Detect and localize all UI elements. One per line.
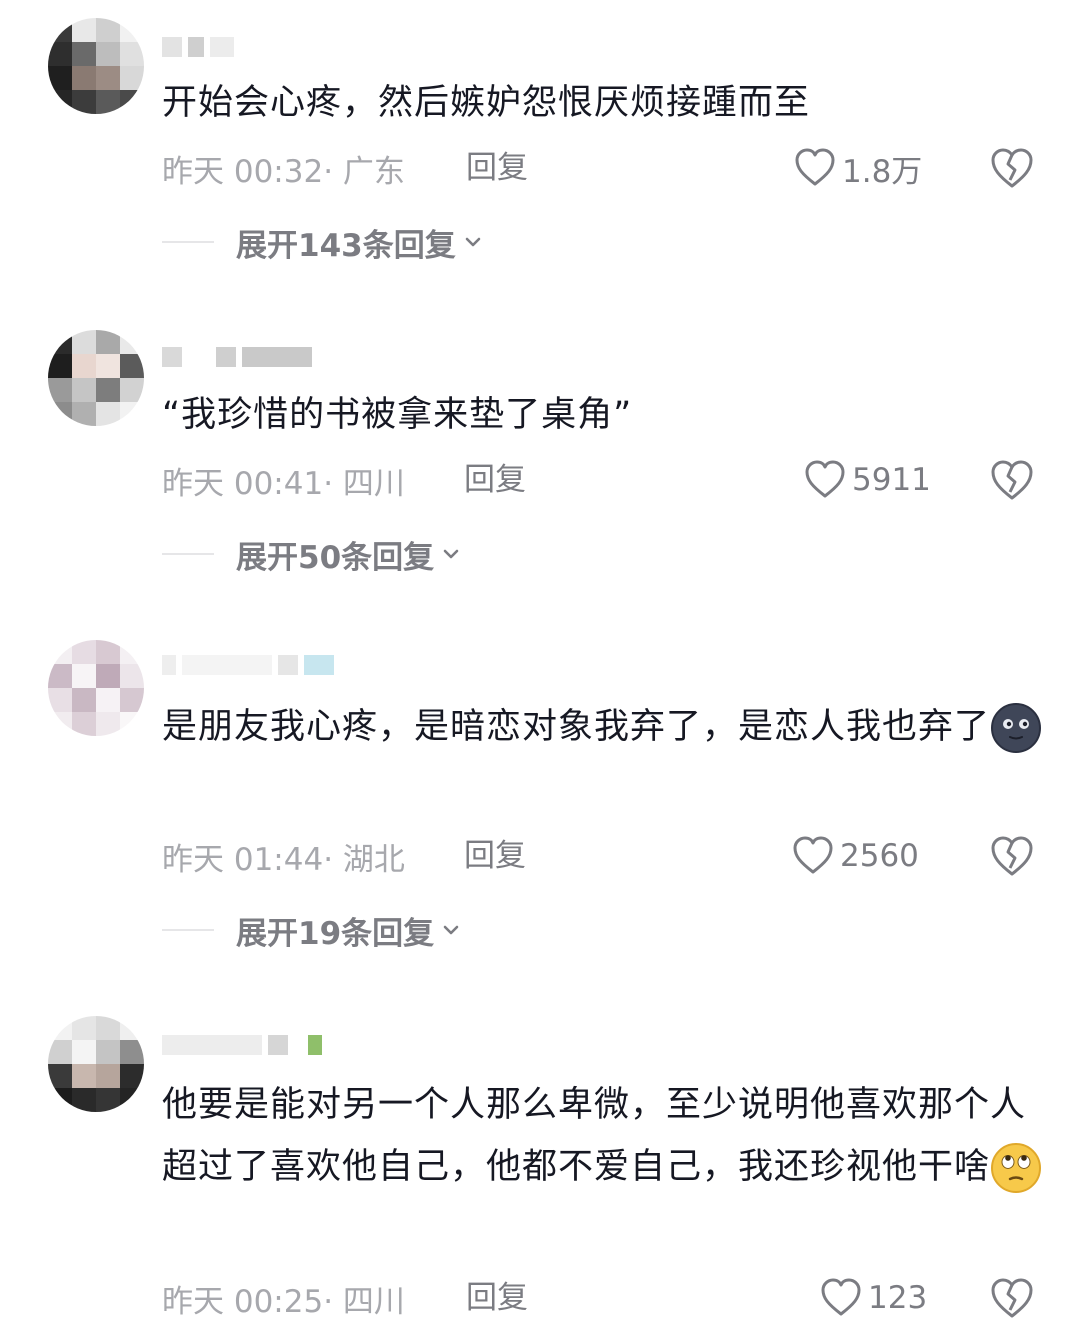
broken-heart-icon[interactable]: [990, 1276, 1034, 1320]
expand-replies-button[interactable]: 展开143条回复: [162, 222, 482, 264]
comment-meta: 昨天 01:44 · 湖北: [162, 836, 405, 878]
comment-location: · 湖北: [323, 841, 405, 878]
chevron-down-icon: [465, 237, 481, 247]
broken-heart-icon[interactable]: [990, 834, 1034, 878]
reply-button[interactable]: 回复: [464, 460, 526, 500]
heart-outline-icon: [821, 1278, 861, 1316]
like-count: 2560: [840, 838, 919, 874]
comment-text-content: 他要是能对另一个人那么卑微，至少说明他喜欢那个人超过了喜欢他自己，他都不爱自己，…: [162, 1085, 1027, 1187]
like-count: 1.8万: [842, 153, 923, 190]
reply-button[interactable]: 回复: [464, 836, 526, 876]
broken-heart-icon[interactable]: [990, 146, 1034, 190]
chevron-down-icon: [443, 549, 459, 559]
username-blurred[interactable]: [162, 650, 334, 680]
comment-location: · 四川: [323, 465, 405, 502]
comment-location: · 广东: [323, 153, 405, 190]
comment-location: · 四川: [323, 1283, 405, 1320]
heart-outline-icon: [805, 460, 845, 498]
like-button[interactable]: 123: [820, 1278, 927, 1318]
chevron-down-icon: [443, 925, 459, 935]
moon-face-emoji: [991, 703, 1042, 753]
comment-text: 他要是能对另一个人那么卑微，至少说明他喜欢那个人超过了喜欢他自己，他都不爱自己，…: [162, 1074, 1042, 1198]
comment-text: 开始会心疼，然后嫉妒怨恨厌烦接踵而至: [162, 83, 811, 123]
username-blurred[interactable]: [162, 32, 234, 62]
comment-text: 是朋友我心疼，是暗恋对象我弃了，是恋人我也弃了: [162, 696, 1042, 758]
avatar[interactable]: [48, 1016, 144, 1112]
reply-button[interactable]: 回复: [466, 148, 528, 188]
comment-text: “我珍惜的书被拿来垫了桌角”: [162, 395, 633, 435]
expand-replies-label: 展开50条回复: [236, 539, 435, 576]
divider-line: [162, 241, 214, 243]
username-blurred[interactable]: [162, 342, 312, 372]
comment-meta: 昨天 00:25 · 四川: [162, 1278, 405, 1320]
eye-roll-emoji: [991, 1143, 1042, 1193]
divider-line: [162, 553, 214, 555]
avatar[interactable]: [48, 330, 144, 426]
avatar[interactable]: [48, 640, 144, 736]
avatar[interactable]: [48, 18, 144, 114]
broken-heart-icon[interactable]: [990, 458, 1034, 502]
like-count: 123: [868, 1280, 928, 1316]
comment-meta: 昨天 00:41 · 四川: [162, 460, 405, 502]
heart-outline-icon: [793, 836, 833, 874]
comment-time: 昨天 00:41: [162, 465, 324, 502]
like-button[interactable]: 1.8万: [794, 148, 923, 190]
reply-button[interactable]: 回复: [466, 1278, 528, 1318]
username-blurred[interactable]: [162, 1030, 322, 1060]
expand-replies-label: 展开143条回复: [236, 227, 456, 264]
comment-text-content: 是朋友我心疼，是暗恋对象我弃了，是恋人我也弃了: [162, 707, 991, 747]
divider-line: [162, 929, 214, 931]
heart-outline-icon: [795, 148, 835, 186]
like-button[interactable]: 2560: [792, 836, 919, 876]
expand-replies-button[interactable]: 展开19条回复: [162, 910, 460, 952]
expand-replies-button[interactable]: 展开50条回复: [162, 534, 460, 576]
expand-replies-label: 展开19条回复: [236, 915, 435, 952]
comment-time: 昨天 01:44: [162, 841, 324, 878]
comment-meta: 昨天 00:32 · 广东: [162, 148, 405, 190]
comment-time: 昨天 00:25: [162, 1283, 324, 1320]
comment-time: 昨天 00:32: [162, 153, 324, 190]
like-button[interactable]: 5911: [804, 460, 931, 500]
like-count: 5911: [852, 462, 931, 498]
